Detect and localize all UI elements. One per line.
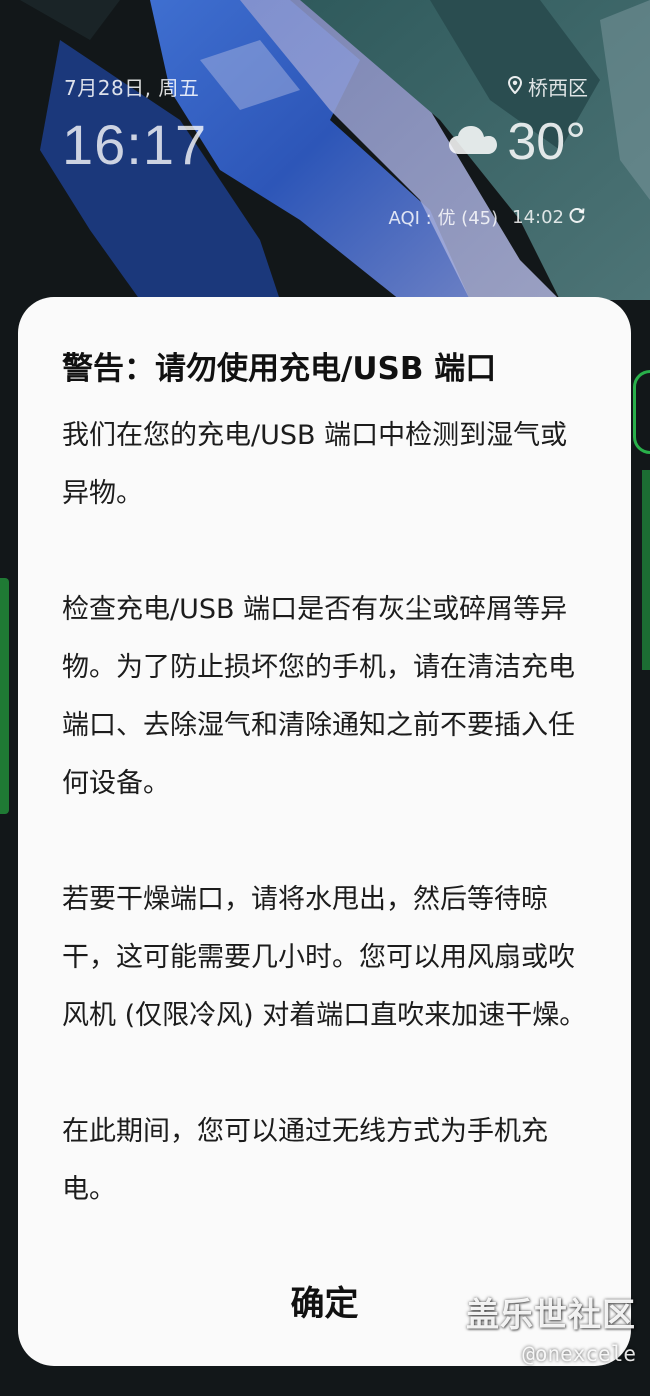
- lockscreen-clock: 16:17: [62, 113, 208, 176]
- dialog-paragraph: 检查充电/USB 端口是否有灰尘或碎屑等异物。为了防止损坏您的手机，请在清洁充电…: [62, 594, 575, 799]
- dialog-title: 警告：请勿使用充电/USB 端口: [62, 351, 497, 387]
- dialog-paragraph: 若要干燥端口，请将水甩出，然后等待晾干，这可能需要几小时。您可以用风扇或吹风机 …: [62, 884, 587, 1031]
- dialog-paragraph: 我们在您的充电/USB 端口中检测到湿气或异物。: [62, 420, 568, 509]
- ok-button[interactable]: 确定: [18, 1270, 631, 1330]
- edge-panel-handle[interactable]: [633, 370, 650, 454]
- refresh-icon: [568, 206, 586, 229]
- location-label: 桥西区: [528, 76, 588, 100]
- weather-updated[interactable]: 14:02: [512, 206, 586, 229]
- lockscreen-location: 桥西区: [507, 72, 588, 101]
- edge-panel-left: [0, 578, 9, 814]
- aqi-label: AQI : 优 (45): [388, 208, 499, 229]
- updated-time: 14:02: [512, 206, 564, 228]
- dialog-paragraph: 在此期间，您可以通过无线方式为手机充电。: [62, 1116, 548, 1205]
- temperature: 30°: [507, 113, 586, 171]
- location-pin-icon: [507, 75, 523, 99]
- lockscreen-date: 7月28日, 周五: [64, 76, 200, 100]
- weather-details: AQI : 优 (45) 14:02: [388, 204, 586, 230]
- weather-widget: 30°: [447, 112, 586, 172]
- edge-panel-right: [642, 470, 650, 670]
- moisture-warning-dialog: 警告：请勿使用充电/USB 端口 我们在您的充电/USB 端口中检测到湿气或异物…: [18, 297, 631, 1366]
- cloud-icon: [447, 122, 499, 162]
- dialog-body: 我们在您的充电/USB 端口中检测到湿气或异物。 检查充电/USB 端口是否有灰…: [62, 407, 587, 1219]
